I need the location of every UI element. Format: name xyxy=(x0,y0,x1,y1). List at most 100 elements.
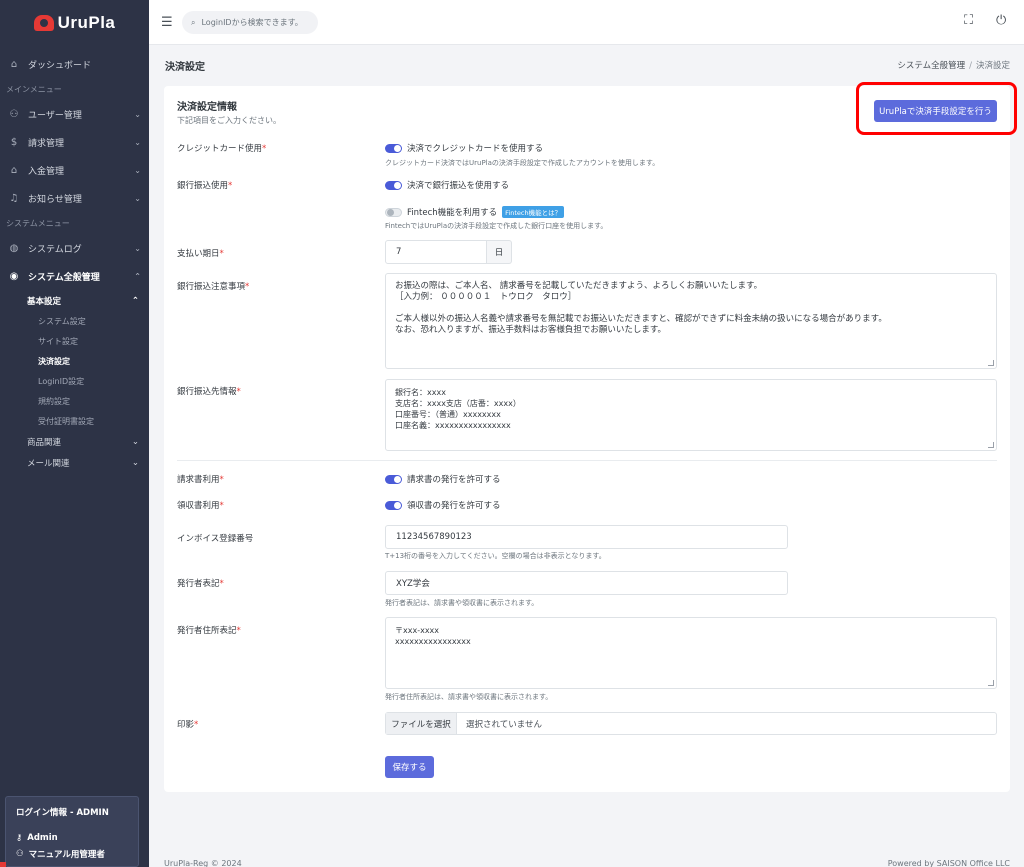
logo-text: UruPla xyxy=(57,13,116,32)
resize-handle-icon[interactable] xyxy=(988,360,994,366)
sidebar-item-payment-settings[interactable]: 決済設定 xyxy=(0,351,149,371)
invoice-label: 請求書利用* xyxy=(177,475,224,485)
invoice-switch[interactable]: 請求書の発行を許可する xyxy=(385,473,501,485)
sidebar-item-notices[interactable]: ♫ お知らせ管理 ⌄ xyxy=(0,184,149,212)
card-title: 決済設定情報 xyxy=(177,102,237,113)
dollar-icon: $ xyxy=(10,136,18,148)
section-divider xyxy=(177,460,997,461)
user-icon: ⚇ xyxy=(9,108,19,120)
login-info-panel: ログイン情報 - ADMIN ⚷ Admin ⚇ マニュアル用管理者 xyxy=(5,796,139,867)
credit-card-switch[interactable]: 決済でクレジットカードを使用する xyxy=(385,142,543,154)
menu-toggle-icon[interactable]: ☰ xyxy=(161,15,173,30)
issuer-label: 発行者表記* xyxy=(177,579,224,589)
toggle-on-icon[interactable] xyxy=(385,500,402,510)
toggle-on-icon[interactable] xyxy=(385,474,402,484)
sidebar-item-dashboard[interactable]: ⌂ ダッシュボード xyxy=(0,50,149,78)
globe-icon: ◉ xyxy=(9,270,19,282)
breadcrumb-parent[interactable]: システム全般管理 xyxy=(897,61,965,71)
card-subtitle: 下記項目をご入力ください。 xyxy=(177,116,281,125)
sidebar-item-site-settings[interactable]: サイト設定 xyxy=(0,331,149,351)
sidebar-item-payments[interactable]: ⌂ 入金管理 ⌄ xyxy=(0,156,149,184)
due-date-unit: 日 xyxy=(487,240,512,264)
seal-label: 印影* xyxy=(177,720,199,730)
save-button[interactable]: 保存する xyxy=(385,756,434,778)
edge-marker xyxy=(0,862,6,867)
toggle-on-icon[interactable] xyxy=(385,180,402,190)
payment-provider-settings-button[interactable]: UruPlaで決済手段設定を行う xyxy=(874,100,997,122)
sidebar-item-users[interactable]: ⚇ ユーザー管理 ⌄ xyxy=(0,100,149,128)
credit-card-help: クレジットカード決済ではUruPlaの決済手段設定で作成したアカウントを使用しま… xyxy=(385,159,660,167)
app-logo[interactable]: UruPla xyxy=(0,0,149,46)
footer-copyright: UruPla-Reg © 2024 xyxy=(164,859,242,867)
chevron-up-icon: ⌃ xyxy=(131,295,139,306)
sidebar-item-billing[interactable]: $ 請求管理 ⌄ xyxy=(0,128,149,156)
top-header: ☰ ⌕ LoginIDから検索できます。 ⛶ ⏻ xyxy=(149,0,1024,45)
main-menu-heading: メインメニュー xyxy=(6,84,62,94)
chevron-up-icon: ⌃ xyxy=(134,271,141,281)
issuer-input[interactable]: XYZ学会 xyxy=(385,571,788,595)
payment-settings-card: 決済設定情報 下記項目をご入力ください。 UruPlaで決済手段設定を行う クレ… xyxy=(164,82,1017,792)
globe-icon: ◍ xyxy=(9,242,19,254)
login-role: ⚇ マニュアル用管理者 xyxy=(16,849,105,860)
chevron-down-icon: ⌄ xyxy=(131,457,139,468)
choose-file-button[interactable]: ファイルを選択 xyxy=(386,713,457,734)
sidebar-item-system-log[interactable]: ◍ システムログ ⌄ xyxy=(0,234,149,262)
sidebar-item-loginid-settings[interactable]: LoginID設定 xyxy=(0,371,149,391)
breadcrumb-current: 決済設定 xyxy=(975,61,1010,71)
fullscreen-icon[interactable]: ⛶ xyxy=(964,13,973,28)
sidebar-item-system-settings[interactable]: システム設定 xyxy=(0,311,149,331)
toggle-off-icon[interactable] xyxy=(385,207,402,217)
fintech-switch[interactable]: Fintech機能を利用する Fintech機能とは？ xyxy=(385,206,565,218)
footer-powered-by: Powered by SAISON Office LLC xyxy=(887,859,1010,867)
chevron-down-icon: ⌄ xyxy=(131,436,139,447)
credit-card-label: クレジットカード使用* xyxy=(177,144,267,154)
sidebar-item-products[interactable]: 商品関連 ⌄ xyxy=(0,431,149,452)
page-title: 決済設定 xyxy=(165,62,205,73)
search-placeholder: LoginIDから検索できます。 xyxy=(201,18,303,27)
toggle-on-icon[interactable] xyxy=(385,143,402,153)
home-icon: ⌂ xyxy=(10,58,18,70)
bank-info-textarea[interactable]: 銀行名：xxxx 支店名：xxxx支店（店番：xxxx） 口座番号：（普通）xx… xyxy=(385,379,997,451)
fintech-info-badge[interactable]: Fintech機能とは？ xyxy=(502,206,565,218)
sidebar-item-receipt-cert-settings[interactable]: 受付証明書設定 xyxy=(0,411,149,431)
chevron-down-icon: ⌄ xyxy=(134,109,141,119)
sidebar: UruPla ⌂ ダッシュボード メインメニュー ⚇ ユーザー管理 ⌄ $ 請求… xyxy=(0,0,149,867)
fintech-help: FintechではUruPlaの決済手段設定で作成した銀行口座を使用します。 xyxy=(385,222,608,230)
due-date-input[interactable]: 7 xyxy=(385,240,487,264)
invoice-reg-help: T+13桁の番号を入力してください。空欄の場合は非表示となります。 xyxy=(385,552,606,560)
resize-handle-icon[interactable] xyxy=(988,442,994,448)
issuer-address-textarea[interactable]: 〒xxx-xxxx xxxxxxxxxxxxxxxx xyxy=(385,617,997,689)
chevron-down-icon: ⌄ xyxy=(134,193,141,203)
chevron-down-icon: ⌄ xyxy=(134,137,141,147)
bank-info-label: 銀行振込先情報* xyxy=(177,387,241,397)
issuer-help: 発行者表記は、請求書や領収書に表示されます。 xyxy=(385,599,539,607)
search-icon: ⌕ xyxy=(191,17,196,27)
invoice-reg-label: インボイス登録番号 xyxy=(177,534,254,544)
issuer-address-help: 発行者住所表記は、請求書や領収書に表示されます。 xyxy=(385,693,553,701)
sidebar-item-terms-settings[interactable]: 規約設定 xyxy=(0,391,149,411)
due-date-label: 支払い期日* xyxy=(177,249,224,259)
resize-handle-icon[interactable] xyxy=(988,680,994,686)
sidebar-item-system-general[interactable]: ◉ システム全般管理 ⌃ xyxy=(0,262,149,290)
users-icon: ⚇ xyxy=(16,849,24,859)
issuer-address-label: 発行者住所表記* xyxy=(177,626,241,636)
sidebar-item-basic-settings[interactable]: 基本設定 ⌃ xyxy=(0,290,149,311)
breadcrumb: システム全般管理 / 決済設定 xyxy=(897,61,1010,71)
bank-notice-textarea[interactable]: お振込の際は、ご本人名、 請求番号を記載していただきますよう、よろしくお願いいた… xyxy=(385,273,997,369)
search-input[interactable]: ⌕ LoginIDから検索できます。 xyxy=(182,11,318,34)
bank-transfer-switch[interactable]: 決済で銀行振込を使用する xyxy=(385,179,509,191)
seal-file-input[interactable]: ファイルを選択 選択されていません xyxy=(385,712,997,735)
login-user: ⚷ Admin xyxy=(16,833,58,843)
bank-notice-label: 銀行振込注意事項* xyxy=(177,282,250,292)
power-icon[interactable]: ⏻ xyxy=(996,13,1006,28)
invoice-reg-input[interactable]: 11234567890123 xyxy=(385,525,788,549)
bank-transfer-label: 銀行振込使用* xyxy=(177,181,233,191)
bank-icon: ⌂ xyxy=(10,164,18,176)
file-status: 選択されていません xyxy=(466,719,542,730)
key-icon: ⚷ xyxy=(16,833,23,843)
chevron-down-icon: ⌄ xyxy=(134,243,141,253)
receipt-label: 領収書利用* xyxy=(177,501,224,511)
receipt-switch[interactable]: 領収書の発行を許可する xyxy=(385,499,501,511)
sidebar-item-mail[interactable]: メール関連 ⌄ xyxy=(0,452,149,473)
chevron-down-icon: ⌄ xyxy=(134,165,141,175)
